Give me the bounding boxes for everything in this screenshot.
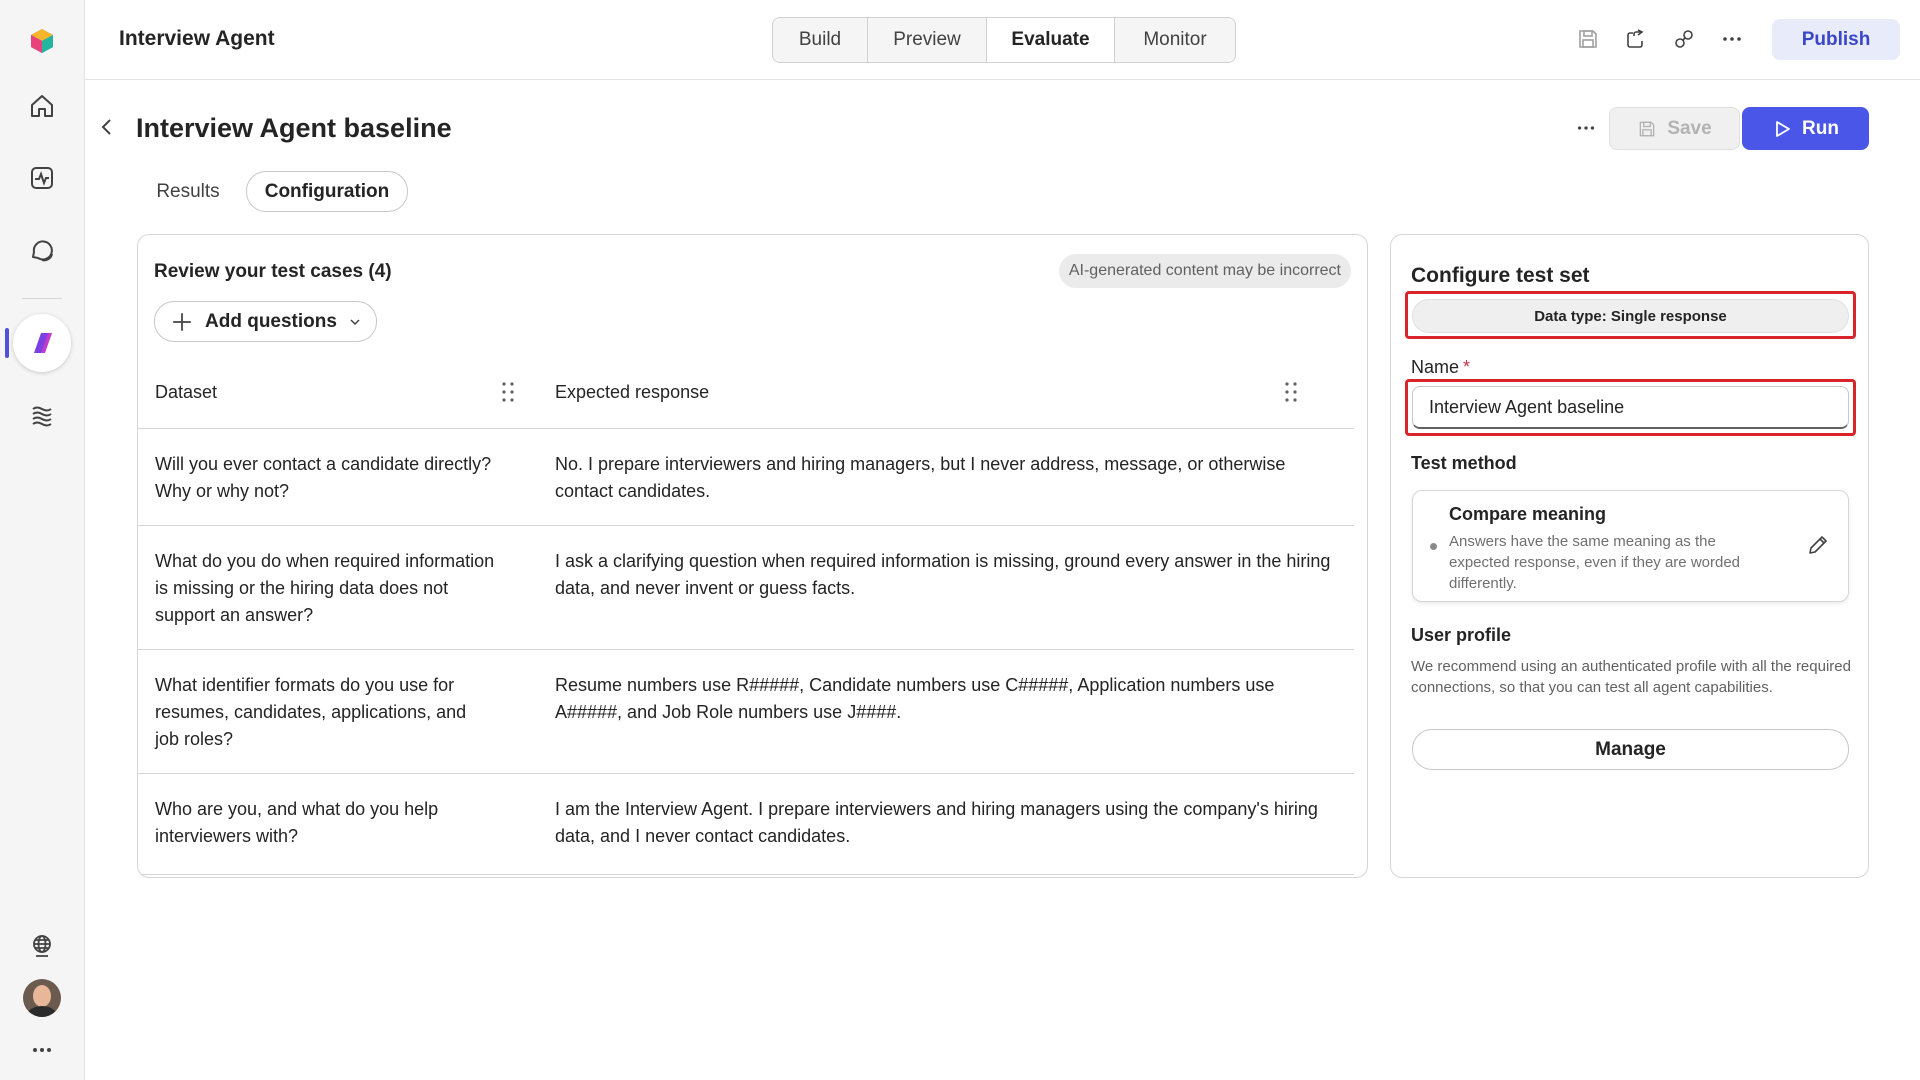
more-icon[interactable] xyxy=(20,1028,64,1072)
expected-response-cell: I am the Interview Agent. I prepare inte… xyxy=(555,799,1318,846)
more-options-icon[interactable] xyxy=(1571,116,1601,140)
tab-monitor[interactable]: Monitor xyxy=(1115,18,1235,62)
tab-preview[interactable]: Preview xyxy=(868,18,987,62)
more-icon[interactable] xyxy=(1717,24,1747,54)
question-cell: Will you ever contact a candidate direct… xyxy=(155,454,492,501)
column-header-expected-response: Expected response xyxy=(555,381,710,402)
user-profile-description: We recommend using an authenticated prof… xyxy=(1411,658,1851,696)
link-icon[interactable] xyxy=(1669,24,1699,54)
question-cell: Who are you, and what do you help interv… xyxy=(155,799,439,846)
play-icon xyxy=(1776,120,1790,137)
method-description: Answers have the same meaning as the exp… xyxy=(1449,533,1741,592)
page-title: Interview Agent baseline xyxy=(136,113,452,143)
home-icon[interactable] xyxy=(20,84,64,128)
save-label: Save xyxy=(1667,117,1712,139)
back-arrow-icon[interactable] xyxy=(96,115,118,139)
plus-icon xyxy=(173,312,191,331)
method-title: Compare meaning xyxy=(1449,504,1607,524)
table-row[interactable]: What identifier formats do you use for r… xyxy=(138,650,1354,774)
library-icon[interactable] xyxy=(20,394,64,438)
required-marker: * xyxy=(1463,357,1471,377)
tab-results[interactable]: Results xyxy=(146,171,230,212)
edit-pencil-icon[interactable] xyxy=(1806,533,1830,557)
name-label-text: Name xyxy=(1411,357,1460,377)
add-questions-button[interactable]: Add questions xyxy=(154,301,377,342)
drag-handle-icon[interactable] xyxy=(1284,381,1298,403)
save-icon xyxy=(1639,121,1655,136)
chat-icon[interactable] xyxy=(20,228,64,272)
user-profile-label: User profile xyxy=(1411,625,1512,645)
question-cell: What do you do when required information… xyxy=(155,551,495,625)
activity-icon[interactable] xyxy=(20,156,64,200)
tab-build[interactable]: Build xyxy=(773,18,868,62)
agent-icon[interactable] xyxy=(13,314,71,372)
configure-title: Configure test set xyxy=(1411,264,1590,287)
share-icon[interactable] xyxy=(1621,24,1651,54)
manage-button[interactable]: Manage xyxy=(1412,729,1849,770)
name-label: Name * xyxy=(1411,357,1470,378)
save-icon[interactable] xyxy=(1573,24,1603,54)
test-method-label: Test method xyxy=(1411,453,1517,473)
publish-button[interactable]: Publish xyxy=(1772,19,1900,60)
name-field[interactable] xyxy=(1412,386,1849,429)
drag-handle-icon[interactable] xyxy=(501,381,515,403)
expected-response-cell: No. I prepare interviewers and hiring ma… xyxy=(555,454,1286,501)
test-cases-title: Review your test cases (4) xyxy=(154,261,392,282)
chevron-down-icon xyxy=(350,318,360,325)
rail-divider xyxy=(22,298,62,299)
ai-notice-badge: AI-generated content may be incorrect xyxy=(1058,254,1351,288)
mode-tabs: Build Preview Evaluate Monitor xyxy=(772,17,1236,63)
configure-panel: Configure test set Data type: Single res… xyxy=(1390,234,1869,878)
run-label: Run xyxy=(1802,117,1839,139)
add-questions-label: Add questions xyxy=(205,310,337,332)
avatar[interactable] xyxy=(23,979,61,1017)
globe-icon[interactable] xyxy=(20,924,64,968)
tab-configuration[interactable]: Configuration xyxy=(246,171,408,212)
expected-response-cell: I ask a clarifying question when require… xyxy=(555,551,1331,598)
table-row[interactable]: Who are you, and what do you help interv… xyxy=(138,774,1354,875)
save-button[interactable]: Save xyxy=(1609,107,1740,150)
top-bar: Interview Agent Build Preview Evaluate M… xyxy=(85,0,1920,80)
active-indicator xyxy=(5,328,9,358)
table-header: Dataset Expected response xyxy=(138,355,1354,429)
table-row[interactable]: Will you ever contact a candidate direct… xyxy=(138,429,1354,526)
expected-response-cell: Resume numbers use R#####, Candidate num… xyxy=(555,675,1275,722)
test-method-card[interactable]: Compare meaning Answers have the same me… xyxy=(1412,490,1849,602)
tab-evaluate[interactable]: Evaluate xyxy=(987,18,1115,62)
test-cases-panel: Review your test cases (4) AI-generated … xyxy=(137,234,1368,878)
left-rail xyxy=(0,0,85,1080)
question-cell: What identifier formats do you use for r… xyxy=(155,675,467,749)
method-bullet-icon xyxy=(1430,543,1437,550)
copilot-studio-logo-icon[interactable] xyxy=(20,19,64,63)
data-type-badge: Data type: Single response xyxy=(1412,299,1849,333)
column-header-dataset: Dataset xyxy=(155,381,218,402)
run-button[interactable]: Run xyxy=(1742,107,1869,150)
app-title: Interview Agent xyxy=(119,27,275,50)
table-row[interactable]: What do you do when required information… xyxy=(138,526,1354,650)
